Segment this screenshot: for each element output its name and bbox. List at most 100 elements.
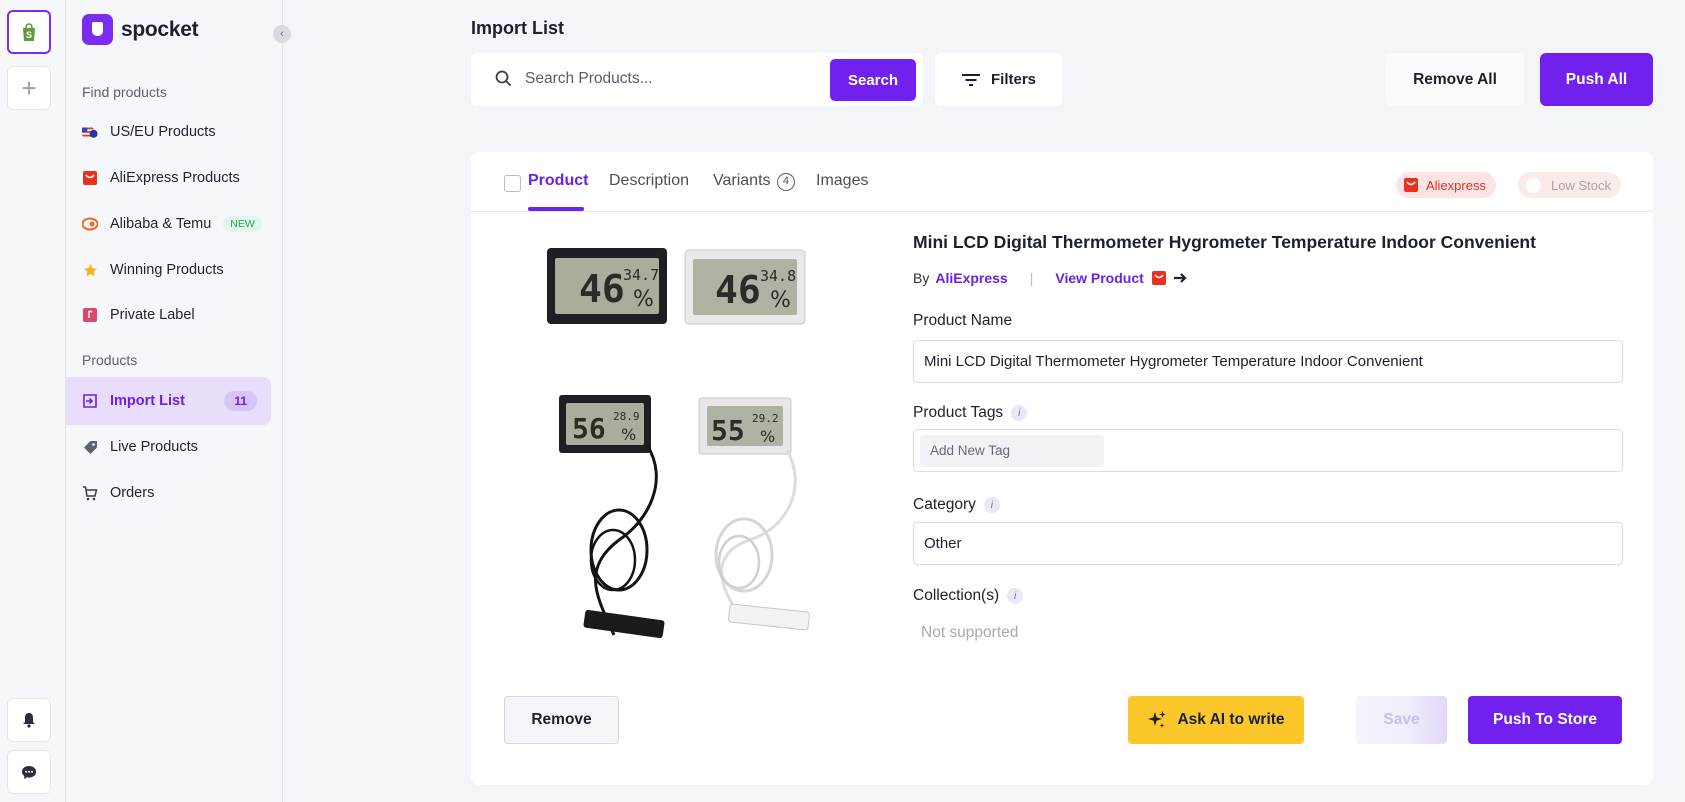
cart-icon — [82, 485, 98, 501]
toggle-knob — [1526, 177, 1541, 193]
category-value: Other — [924, 535, 962, 552]
sidebar-item-label: Orders — [110, 485, 155, 501]
collections-value: Not supported — [921, 624, 1019, 641]
products-heading: Products — [82, 352, 138, 368]
save-button[interactable]: Save — [1356, 696, 1447, 744]
plus-icon: + — [21, 72, 37, 103]
search-icon — [495, 70, 512, 87]
shopify-store-button[interactable]: S — [7, 10, 51, 54]
filters-button[interactable]: Filters — [935, 53, 1062, 106]
stock-chip-label: Low Stock — [1551, 177, 1611, 193]
search-input[interactable] — [525, 65, 825, 93]
bell-icon — [23, 713, 35, 728]
percent-sign: % — [760, 427, 775, 446]
app-rail: S + — [0, 0, 66, 802]
tab-product[interactable]: Product — [528, 172, 588, 190]
remove-button[interactable]: Remove — [504, 696, 619, 744]
search-bar: Search — [471, 53, 923, 106]
by-label: By — [913, 270, 930, 286]
white-probe-thermometer: 55 29.2 % — [698, 397, 810, 631]
low-stock-toggle[interactable]: Low Stock — [1518, 172, 1621, 198]
source-chip: Aliexpress — [1396, 172, 1496, 198]
spocket-logo[interactable]: spocket — [82, 14, 199, 45]
temp-digits: 29.2 — [752, 412, 779, 425]
product-card: Product Description Variants 4 Images Al… — [471, 152, 1653, 785]
variants-count-badge: 4 — [776, 173, 795, 191]
category-label: Category i — [913, 496, 1000, 514]
remove-all-button[interactable]: Remove All — [1386, 53, 1524, 106]
info-icon[interactable]: i — [1011, 405, 1028, 421]
arrow-right-icon[interactable] — [1173, 272, 1188, 284]
product-name-input[interactable]: Mini LCD Digital Thermometer Hygrometer … — [913, 340, 1623, 383]
separator: | — [1029, 270, 1034, 286]
humidity-digits: 56 — [572, 412, 606, 445]
spocket-logo-icon — [82, 14, 113, 45]
product-name-label: Product Name — [913, 312, 1012, 330]
tab-images[interactable]: Images — [816, 172, 868, 190]
add-tag-input[interactable]: Add New Tag — [920, 434, 1104, 467]
product-tags-field: Add New Tag — [913, 429, 1623, 472]
sidebar-item-winning-products[interactable]: Winning Products — [66, 248, 271, 292]
notifications-button[interactable] — [7, 698, 51, 742]
sidebar-item-orders[interactable]: Orders — [66, 471, 271, 515]
category-label-text: Category — [913, 496, 976, 513]
product-image[interactable]: 46 34.7 % 46 34.8 % 56 28.9 % 55 29.2 % — [539, 240, 839, 640]
info-icon[interactable]: i — [983, 497, 1000, 513]
sidebar-item-private-label[interactable]: Private Label — [66, 293, 271, 337]
tab-description[interactable]: Description — [609, 172, 689, 190]
sidebar-item-live-products[interactable]: Live Products — [66, 425, 271, 469]
aliexpress-icon — [82, 170, 98, 186]
white-thermometer: 46 34.8 % — [684, 249, 806, 325]
sidebar-item-alibaba-temu[interactable]: Alibaba & Temu NEW — [66, 202, 271, 246]
view-product-link[interactable]: View Product — [1055, 270, 1143, 286]
collapse-sidebar-button[interactable]: ‹ — [273, 25, 291, 43]
product-tags-label: Product Tags i — [913, 404, 1028, 422]
collections-label: Collection(s) i — [913, 587, 1024, 605]
aliexpress-icon — [1151, 271, 1166, 285]
find-products-heading: Find products — [82, 84, 167, 100]
sidebar-item-aliexpress-products[interactable]: AliExpress Products — [66, 156, 271, 200]
star-icon — [82, 262, 98, 278]
push-all-button[interactable]: Push All — [1540, 53, 1653, 106]
source-chip-label: Aliexpress — [1426, 177, 1486, 193]
tab-variants[interactable]: Variants 4 — [713, 172, 795, 191]
sidebar-item-label: US/EU Products — [110, 124, 216, 140]
filters-label: Filters — [990, 71, 1036, 88]
ask-ai-button[interactable]: Ask AI to write — [1128, 696, 1304, 744]
tab-variants-label: Variants — [713, 172, 771, 189]
svg-text:S: S — [26, 30, 32, 40]
search-button[interactable]: Search — [830, 59, 916, 101]
product-name-value: Mini LCD Digital Thermometer Hygrometer … — [924, 353, 1423, 370]
black-thermometer: 46 34.7 % — [547, 248, 667, 324]
private-label-icon — [82, 307, 98, 323]
percent-sign: % — [621, 425, 636, 444]
sidebar-item-import-list[interactable]: Import List 11 — [66, 377, 271, 425]
percent-sign: % — [770, 288, 791, 313]
active-tab-indicator — [528, 207, 584, 211]
shopify-bag-icon: S — [23, 22, 35, 41]
add-store-button[interactable]: + — [7, 66, 51, 110]
sidebar-item-us-eu-products[interactable]: US/EU Products — [66, 110, 271, 154]
category-select[interactable]: Other — [913, 522, 1623, 565]
sidebar-item-label: AliExpress Products — [110, 170, 240, 186]
sidebar-item-label: Private Label — [110, 307, 195, 323]
temp-digits: 34.7 — [623, 266, 659, 284]
push-to-store-button[interactable]: Push To Store — [1468, 696, 1622, 744]
info-icon[interactable]: i — [1007, 588, 1024, 604]
import-icon — [82, 393, 98, 409]
temp-digits: 28.9 — [613, 410, 640, 423]
supplier-link[interactable]: AliExpress — [935, 270, 1007, 286]
product-tags-label-text: Product Tags — [913, 404, 1004, 421]
chevron-left-icon: ‹ — [280, 28, 284, 40]
product-tabs: Product Description Variants 4 Images Al… — [471, 152, 1653, 212]
percent-sign: % — [633, 287, 654, 312]
sidebar-item-label: Live Products — [110, 439, 198, 455]
ask-ai-label: Ask AI to write — [1177, 711, 1285, 728]
aliexpress-icon — [1404, 178, 1418, 192]
select-product-checkbox[interactable] — [504, 175, 521, 192]
sparkle-icon — [1148, 711, 1167, 728]
product-title: Mini LCD Digital Thermometer Hygrometer … — [913, 232, 1536, 252]
add-tag-placeholder: Add New Tag — [930, 443, 1011, 458]
sidebar-item-label: Import List — [110, 393, 185, 409]
chat-button[interactable] — [7, 750, 51, 794]
